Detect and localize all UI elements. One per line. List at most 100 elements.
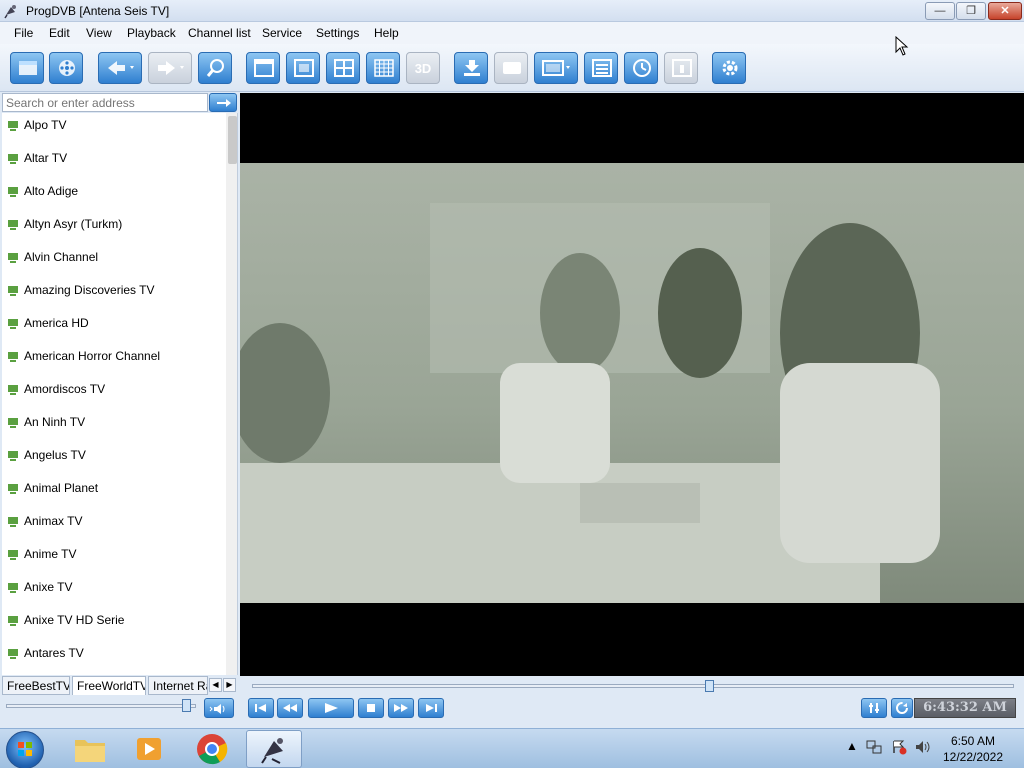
taskbar-chrome[interactable] bbox=[184, 730, 240, 768]
tv-icon bbox=[8, 550, 18, 560]
channel-item[interactable]: Angelus TV bbox=[2, 443, 226, 476]
seek-bar[interactable] bbox=[252, 684, 1014, 688]
channel-list-button[interactable] bbox=[10, 52, 44, 84]
program-list-button[interactable] bbox=[584, 52, 618, 84]
back-button[interactable] bbox=[98, 52, 142, 84]
search-button[interactable] bbox=[198, 52, 232, 84]
window-mode-button[interactable] bbox=[246, 52, 280, 84]
toolbar: 3D bbox=[0, 44, 1024, 92]
channel-item[interactable]: Alpo TV bbox=[2, 113, 226, 146]
mouse-cursor-icon bbox=[895, 36, 909, 56]
scrollbar-thumb[interactable] bbox=[228, 116, 237, 164]
channel-item[interactable]: Amordiscos TV bbox=[2, 377, 226, 410]
title-bar: ProgDVB [Antena Seis TV] — ❐ ✕ bbox=[0, 0, 1024, 22]
minimize-button[interactable]: — bbox=[925, 2, 955, 20]
clock-icon bbox=[633, 59, 651, 77]
tab-internet-radio[interactable]: Internet Rad bbox=[148, 676, 208, 695]
go-button[interactable] bbox=[209, 93, 237, 112]
close-button[interactable]: ✕ bbox=[988, 2, 1022, 20]
menu-edit[interactable]: Edit bbox=[49, 26, 70, 40]
video-area[interactable] bbox=[240, 93, 1024, 676]
channel-name: Animal Planet bbox=[24, 481, 99, 495]
seek-bar-thumb[interactable] bbox=[705, 680, 715, 692]
channel-item[interactable]: Antares TV bbox=[2, 641, 226, 674]
media-button[interactable] bbox=[49, 52, 83, 84]
channel-item[interactable]: Alvin Channel bbox=[2, 245, 226, 278]
channel-item[interactable]: Anime TV bbox=[2, 542, 226, 575]
skip-forward-icon bbox=[426, 704, 437, 712]
audio-track-button[interactable] bbox=[534, 52, 578, 84]
channel-item[interactable]: American Horror Channel bbox=[2, 344, 226, 377]
system-clock[interactable]: 6:50 AM 12/22/2022 bbox=[936, 733, 1010, 765]
channel-item[interactable]: Animal Planet bbox=[2, 476, 226, 509]
menu-channel-list[interactable]: Channel list bbox=[188, 26, 251, 40]
fullscreen-button[interactable] bbox=[286, 52, 320, 84]
volume-slider[interactable] bbox=[6, 704, 196, 708]
action-center-icon[interactable] bbox=[891, 739, 907, 755]
menu-file[interactable]: File bbox=[14, 26, 33, 40]
info-button[interactable] bbox=[664, 52, 698, 84]
channel-name: Animax TV bbox=[24, 514, 83, 528]
stop-button[interactable] bbox=[358, 698, 384, 718]
arrow-right-icon bbox=[217, 99, 231, 107]
channel-name: Altyn Asyr (Turkm) bbox=[24, 217, 123, 231]
tab-scroll-left-icon[interactable]: ◀ bbox=[209, 678, 222, 692]
3d-button[interactable]: 3D bbox=[406, 52, 440, 84]
menu-settings[interactable]: Settings bbox=[316, 26, 359, 40]
mosaic-button[interactable] bbox=[326, 52, 360, 84]
mute-button[interactable] bbox=[204, 698, 234, 718]
rewind-button[interactable] bbox=[277, 698, 303, 718]
taskbar-progdvb[interactable] bbox=[246, 730, 302, 768]
tab-freebesttv[interactable]: FreeBestTV bbox=[2, 676, 70, 695]
channel-list-scrollbar[interactable] bbox=[226, 113, 237, 675]
next-channel-button[interactable] bbox=[418, 698, 444, 718]
channel-name: Amazing Discoveries TV bbox=[24, 283, 155, 297]
play-button[interactable] bbox=[308, 698, 354, 718]
address-search bbox=[2, 93, 208, 112]
channel-item[interactable]: An Ninh TV bbox=[2, 410, 226, 443]
channel-item[interactable]: America HD bbox=[2, 311, 226, 344]
tab-freeworldtv[interactable]: FreeWorldTV bbox=[72, 676, 146, 695]
epg-grid-button[interactable] bbox=[366, 52, 400, 84]
menu-playback[interactable]: Playback bbox=[127, 26, 176, 40]
menu-bar: File Edit View Playback Channel list Ser… bbox=[0, 22, 1024, 44]
menu-help[interactable]: Help bbox=[374, 26, 399, 40]
forward-button[interactable] bbox=[148, 52, 192, 84]
menu-service[interactable]: Service bbox=[262, 26, 302, 40]
channel-item[interactable]: Amazing Discoveries TV bbox=[2, 278, 226, 311]
channel-item[interactable]: Anixe TV bbox=[2, 575, 226, 608]
fast-forward-button[interactable] bbox=[388, 698, 414, 718]
tv-icon bbox=[8, 418, 18, 428]
teletext-button[interactable] bbox=[494, 52, 528, 84]
tv-icon bbox=[8, 484, 18, 494]
tv-icon bbox=[8, 451, 18, 461]
tab-scroll-right-icon[interactable]: ▶ bbox=[223, 678, 236, 692]
record-button[interactable] bbox=[454, 52, 488, 84]
playback-clock: 6:43:32 AM bbox=[914, 698, 1016, 718]
previous-channel-button[interactable] bbox=[248, 698, 274, 718]
channel-name: Anixe TV HD Serie bbox=[24, 613, 125, 627]
channel-item[interactable]: Alto Adige bbox=[2, 179, 226, 212]
play-icon bbox=[325, 703, 338, 713]
volume-slider-thumb[interactable] bbox=[182, 699, 192, 712]
maximize-button[interactable]: ❐ bbox=[956, 2, 986, 20]
timeshift-button[interactable] bbox=[891, 698, 913, 718]
show-hidden-icons-icon[interactable]: ▲ bbox=[846, 739, 858, 753]
volume-icon[interactable] bbox=[914, 739, 932, 755]
channel-item[interactable]: Altyn Asyr (Turkm) bbox=[2, 212, 226, 245]
menu-view[interactable]: View bbox=[86, 26, 112, 40]
system-time: 6:50 AM bbox=[950, 734, 996, 748]
taskbar-explorer[interactable] bbox=[62, 730, 118, 768]
channel-item[interactable]: Anixe TV HD Serie bbox=[2, 608, 226, 641]
search-input[interactable] bbox=[3, 94, 207, 111]
scheduler-button[interactable] bbox=[624, 52, 658, 84]
settings-button[interactable] bbox=[712, 52, 746, 84]
channel-item[interactable]: Altar TV bbox=[2, 146, 226, 179]
channel-name: Alvin Channel bbox=[24, 250, 99, 264]
gear-icon bbox=[722, 60, 738, 76]
taskbar-media-player[interactable] bbox=[122, 730, 178, 768]
equalizer-button[interactable] bbox=[861, 698, 887, 718]
channel-item[interactable]: Animax TV bbox=[2, 509, 226, 542]
start-button[interactable] bbox=[6, 731, 44, 768]
network-icon[interactable] bbox=[866, 739, 882, 755]
